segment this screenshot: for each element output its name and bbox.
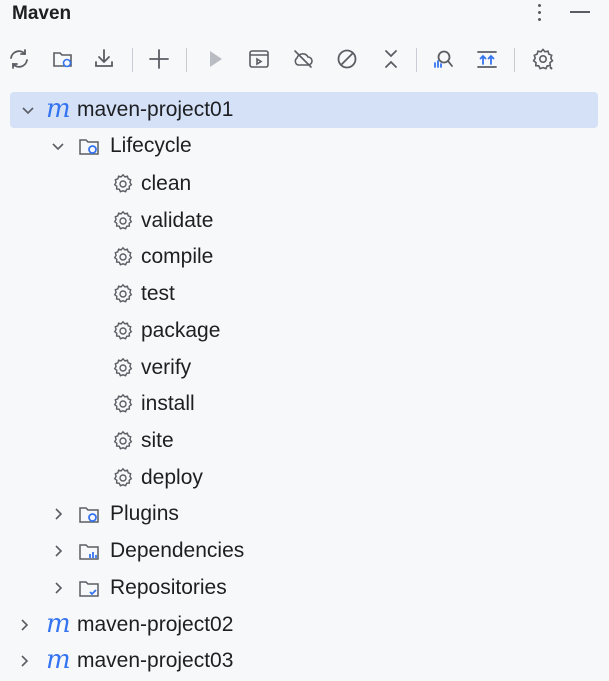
tree-node-maven-project01[interactable]: m maven-project01 [10,92,598,128]
lifecycle-goal-site[interactable]: site [10,423,598,459]
add-project-icon[interactable] [144,40,174,78]
project-label: maven-project03 [77,649,234,672]
project-label: maven-project01 [77,98,234,121]
toolbar-separator [514,48,515,72]
chevron-right-icon[interactable] [50,580,66,596]
goal-label: test [141,282,175,306]
reload-all-icon[interactable] [4,40,34,78]
goal-label: site [141,428,174,452]
collapse-all-icon[interactable] [376,40,406,78]
goal-label: deploy [141,465,203,489]
gear-icon [113,467,133,487]
gear-icon [113,283,133,303]
goal-label: verify [141,355,192,379]
chevron-down-icon[interactable] [20,102,36,118]
analyze-dependencies-icon[interactable] [428,40,458,78]
download-sources-icon[interactable] [90,40,120,78]
maven-module-icon: m [46,645,71,675]
settings-icon[interactable] [528,40,558,78]
lifecycle-goal-validate[interactable]: validate [10,203,598,239]
node-label: Repositories [110,576,227,599]
goal-label: clean [141,172,192,195]
lifecycle-goal-install[interactable]: install [10,386,598,422]
folder-lifecycle-icon [79,139,99,155]
chevron-right-icon[interactable] [50,543,66,559]
tool-window-header: Maven [0,0,609,32]
lifecycle-goal-compile[interactable]: compile [10,239,598,275]
maven-module-icon: m [46,94,71,124]
tree-node-plugins[interactable]: Plugins [10,496,598,532]
tree-node-maven-project02[interactable]: m maven-project02 [10,607,598,643]
skip-tests-icon[interactable] [332,40,362,78]
toolbar-separator [132,48,133,72]
gear-icon [113,357,133,377]
tree-node-maven-project03[interactable]: m maven-project03 [10,643,598,679]
show-dependencies-icon[interactable] [472,40,502,78]
lifecycle-goal-package[interactable]: package [10,313,598,349]
chevron-right-icon[interactable] [16,653,32,669]
folder-plugins-icon [79,507,99,523]
lifecycle-goal-test[interactable]: test [10,276,598,312]
chevron-down-icon[interactable] [50,138,66,154]
lifecycle-goal-verify[interactable]: verify [10,350,598,386]
more-options-icon[interactable] [530,0,548,24]
gear-icon [113,210,133,230]
run-icon[interactable] [200,40,230,78]
project-label: maven-project02 [77,613,234,636]
node-label: Dependencies [110,539,245,562]
tree-node-dependencies[interactable]: Dependencies [10,533,598,569]
folder-dependencies-icon [79,544,99,560]
gear-icon [113,173,133,193]
node-label: Lifecycle [110,134,192,157]
gear-icon [113,320,133,340]
hide-panel-icon[interactable] [570,11,590,13]
gear-icon [113,430,133,450]
gear-icon [113,247,133,266]
offline-mode-icon[interactable] [288,40,318,78]
tree-node-repositories[interactable]: Repositories [10,570,598,606]
toolbar-separator [186,48,187,72]
generate-sources-icon[interactable] [48,40,78,78]
chevron-right-icon[interactable] [16,617,32,633]
tree-node-lifecycle[interactable]: Lifecycle [10,128,598,164]
chevron-right-icon[interactable] [50,506,66,522]
toolbar [0,40,609,82]
goal-label: compile [141,245,214,269]
lifecycle-goal-clean[interactable]: clean [10,166,598,202]
goal-label: install [141,392,195,416]
lifecycle-goal-deploy[interactable]: deploy [10,460,598,496]
panel-title: Maven [12,3,72,24]
execute-goal-icon[interactable] [244,40,274,78]
maven-module-icon: m [46,609,71,639]
gear-icon [113,393,133,413]
goal-label: validate [141,208,214,232]
goal-label: package [141,318,221,342]
node-label: Plugins [110,502,179,525]
folder-repositories-icon [79,581,99,597]
toolbar-separator [416,48,417,72]
